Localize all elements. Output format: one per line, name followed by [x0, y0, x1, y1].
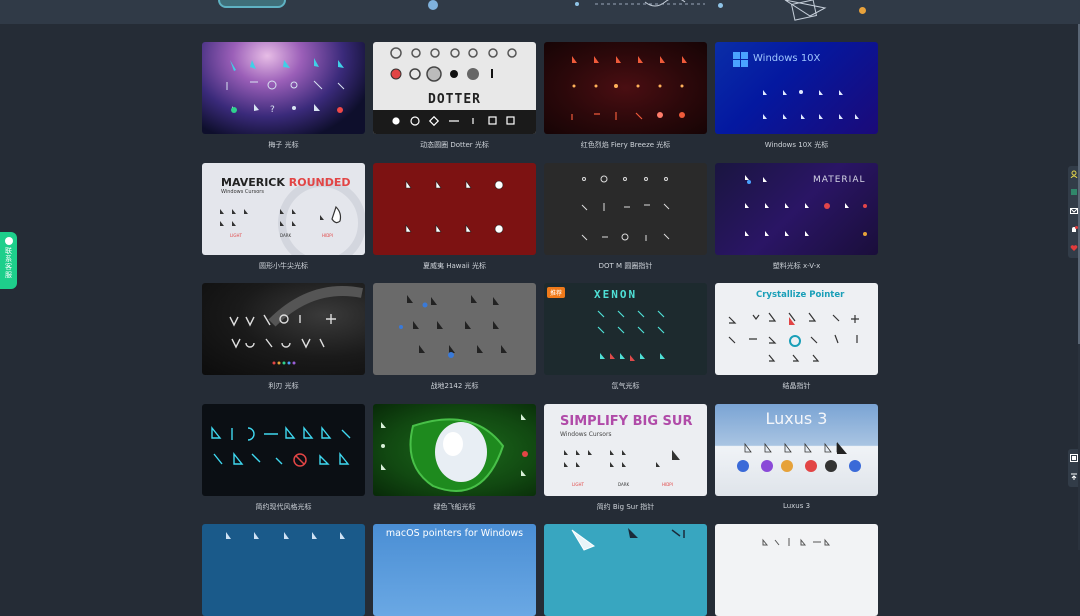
cursor-card[interactable]: ? [202, 42, 365, 134]
card-caption[interactable]: 氙气光标 [544, 381, 707, 391]
card-art-title: SIMPLIFY BIG SUR [560, 414, 693, 429]
card-art-subtitle: Windows Cursors [221, 189, 264, 195]
cursor-card[interactable]: MATERIAL [715, 163, 878, 255]
cursor-card[interactable] [202, 283, 365, 375]
header-illustration [595, 0, 827, 21]
top-header-strip [0, 0, 1080, 24]
cursor-card[interactable]: Luxus 3 [715, 404, 878, 496]
card-preview-art: ? [226, 58, 345, 115]
cursor-card[interactable] [544, 163, 707, 255]
card-caption[interactable]: 动态圆圈 Dotter 光标 [373, 140, 536, 150]
card-caption[interactable]: 简约 Big Sur 指针 [544, 502, 707, 512]
cursor-card[interactable]: XENON 推荐 [544, 283, 707, 375]
card-preview-art [226, 532, 345, 539]
card-preview-art [405, 180, 504, 234]
cursor-card[interactable] [373, 283, 536, 375]
card-caption[interactable]: DOT M 圆圈指针 [544, 261, 707, 271]
cursor-card[interactable] [202, 524, 365, 616]
card-art-text: macOS pointers for Windows [385, 528, 524, 539]
card-caption[interactable]: 梅子 光标 [202, 140, 365, 150]
heart-icon[interactable] [1070, 244, 1078, 252]
card-art-text: XENON [594, 288, 638, 301]
card-caption[interactable]: 塑料光标 x-V-x [715, 261, 878, 271]
card-caption[interactable]: 夏威夷 Hawaii 光标 [373, 261, 536, 271]
card-preview-art [381, 414, 529, 492]
cursor-card[interactable]: macOS pointers for Windows [373, 524, 536, 616]
card-art-title-part: MAVERICK [221, 176, 285, 189]
card-art-text: Crystallize Pointer [756, 290, 845, 300]
cursor-card[interactable] [544, 42, 707, 134]
card-preview-art [373, 47, 536, 134]
card-art-label: HIDPI [662, 482, 673, 487]
cursor-card[interactable]: SIMPLIFY BIG SUR Windows Cursors LIGHT D… [544, 404, 707, 496]
card-caption[interactable]: Luxus 3 [715, 502, 878, 510]
cursor-card[interactable] [373, 163, 536, 255]
qr-code-icon[interactable] [1070, 454, 1078, 462]
layers-icon[interactable] [1070, 188, 1078, 196]
card-art-text: Windows 10X [753, 53, 821, 64]
card-preview-art [229, 286, 363, 365]
card-preview-art [571, 528, 685, 551]
card-preview-art [581, 175, 670, 241]
header-decor-dot [428, 0, 438, 10]
card-caption[interactable]: 战地2142 光标 [373, 381, 536, 391]
recommend-badge: 推荐 [547, 287, 566, 298]
card-preview-art [571, 56, 687, 120]
card-caption[interactable]: 圆形小牛尖光标 [202, 261, 365, 271]
cursor-card[interactable] [373, 404, 536, 496]
contact-support-tab[interactable]: 联系客服 [0, 232, 17, 289]
card-caption[interactable]: 结晶指针 [715, 381, 878, 391]
card-art-text: MATERIAL [813, 175, 866, 185]
cursor-card[interactable]: DOTTER [373, 42, 536, 134]
cursor-card[interactable] [544, 524, 707, 616]
cursor-card[interactable]: Crystallize Pointer [715, 283, 878, 375]
card-caption[interactable]: 绿色飞船光标 [373, 502, 536, 512]
card-caption[interactable]: 红色烈焰 Fiery Breeze 光标 [544, 140, 707, 150]
card-caption[interactable]: Windows 10X 光标 [715, 140, 878, 150]
card-art-text: DOTTER [428, 92, 481, 107]
card-caption[interactable]: 利刃 光标 [202, 381, 365, 391]
back-to-top-icon[interactable] [1070, 473, 1078, 481]
cursor-card[interactable]: Windows 10X [715, 42, 878, 134]
contact-label: 联系客服 [5, 247, 12, 279]
svg-text:?: ? [270, 105, 275, 115]
card-preview-art [762, 538, 831, 546]
card-art-label: DARK [280, 233, 292, 238]
card-art-label: LIGHT [572, 482, 584, 487]
card-art-title-accent: ROUNDED [288, 176, 351, 189]
user-icon[interactable] [1070, 170, 1078, 178]
card-art-label: LIGHT [230, 233, 242, 238]
cursor-card[interactable] [202, 404, 365, 496]
header-decor-dot [575, 2, 579, 6]
cursor-card[interactable] [715, 524, 878, 616]
card-art-label: HIDPI [322, 233, 333, 238]
card-art-title: MAVERICK ROUNDED [221, 176, 351, 189]
contact-icon [4, 237, 13, 245]
card-preview-art [211, 426, 351, 467]
card-art-text: Luxus 3 [765, 409, 828, 428]
card-art-subtitle: Windows Cursors [560, 431, 612, 438]
header-button[interactable] [218, 0, 286, 8]
mail-icon[interactable] [1070, 207, 1078, 215]
card-caption[interactable]: 简约现代风格光标 [202, 502, 365, 512]
card-art-label: DARK [618, 482, 630, 487]
cursor-card[interactable]: MAVERICK ROUNDED Windows Cursors LIGHT D… [202, 163, 365, 255]
notification-icon[interactable] [1070, 226, 1078, 234]
card-preview-art [399, 295, 507, 358]
